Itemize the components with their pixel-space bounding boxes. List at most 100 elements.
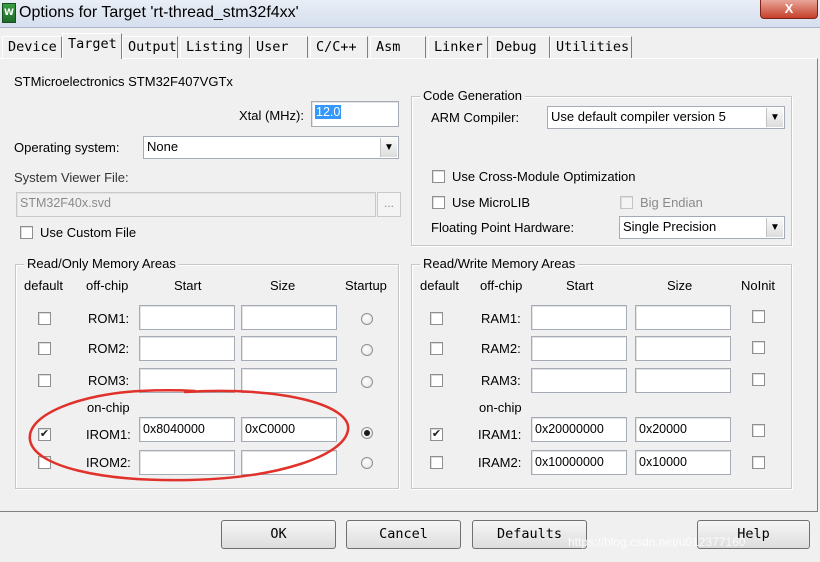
rom3-size-input[interactable]: [241, 368, 337, 393]
use-custom-file-checkbox[interactable]: [20, 226, 33, 239]
fpu-value: Single Precision: [623, 219, 717, 234]
iram1-size-input[interactable]: 0x20000: [635, 417, 731, 442]
chevron-down-icon: ▼: [766, 218, 783, 237]
iram2-noinit-checkbox[interactable]: [752, 456, 765, 469]
close-button[interactable]: X: [760, 0, 818, 19]
window-title: Options for Target 'rt-thread_stm32f4xx': [19, 4, 299, 21]
tab-asm[interactable]: Asm: [370, 36, 426, 58]
rom3-label: ROM3:: [88, 373, 130, 388]
irom2-default-checkbox[interactable]: [38, 456, 51, 469]
irom1-startup-radio[interactable]: [361, 427, 373, 439]
iram1-default-checkbox[interactable]: ✔: [430, 428, 443, 441]
ram2-label: RAM2:: [481, 341, 521, 356]
ram1-label: RAM1:: [481, 311, 521, 326]
arm-compiler-select[interactable]: Use default compiler version 5 ▼: [547, 106, 785, 129]
iram2-default-checkbox[interactable]: [430, 456, 443, 469]
ram3-noinit-checkbox[interactable]: [752, 373, 765, 386]
ram3-size-input[interactable]: [635, 368, 731, 393]
iram2-label: IRAM2:: [478, 455, 522, 470]
ram3-label: RAM3:: [481, 373, 521, 388]
tab-user[interactable]: User: [250, 36, 308, 58]
cancel-button[interactable]: Cancel: [346, 520, 461, 549]
rom3-default-checkbox[interactable]: [38, 374, 51, 387]
fpu-label: Floating Point Hardware:: [431, 220, 575, 235]
ram3-start-input[interactable]: [531, 368, 627, 393]
iram1-noinit-checkbox[interactable]: [752, 424, 765, 437]
iram2-start-input[interactable]: 0x10000000: [531, 450, 627, 475]
microlib-label: Use MicroLIB: [452, 195, 531, 210]
svd-value: STM32F40x.svd: [20, 196, 112, 210]
rw-header-offchip: off-chip: [480, 278, 523, 293]
rom1-size-input[interactable]: [241, 305, 337, 330]
code-generation-title: Code Generation: [420, 88, 526, 104]
os-value: None: [147, 139, 179, 154]
iram1-label: IRAM1:: [478, 427, 522, 442]
ro-memory-title: Read/Only Memory Areas: [24, 256, 179, 272]
svd-label: System Viewer File:: [14, 170, 129, 185]
rom1-default-checkbox[interactable]: [38, 312, 51, 325]
rw-onchip-label: on-chip: [479, 400, 522, 415]
fpu-select[interactable]: Single Precision ▼: [619, 216, 785, 239]
app-icon: W: [2, 3, 16, 23]
rw-header-size: Size: [667, 278, 693, 293]
cross-module-label: Use Cross-Module Optimization: [452, 169, 636, 184]
title-bar: W Options for Target 'rt-thread_stm32f4x…: [0, 0, 820, 28]
microlib-checkbox[interactable]: [432, 196, 445, 209]
rom2-label: ROM2:: [88, 341, 130, 356]
iram2-size-input[interactable]: 0x10000: [635, 450, 731, 475]
rom2-start-input[interactable]: [139, 336, 235, 361]
ram2-start-input[interactable]: [531, 336, 627, 361]
tab-c-cpp[interactable]: C/C++: [310, 36, 368, 58]
ram1-noinit-checkbox[interactable]: [752, 310, 765, 323]
ram2-noinit-checkbox[interactable]: [752, 341, 765, 354]
irom1-start-input[interactable]: 0x8040000: [139, 417, 235, 442]
ram2-default-checkbox[interactable]: [430, 342, 443, 355]
arm-compiler-label: ARM Compiler:: [431, 110, 520, 125]
rw-header-start: Start: [566, 278, 594, 293]
irom1-size-input[interactable]: 0xC0000: [241, 417, 337, 442]
tab-listing[interactable]: Listing: [180, 36, 250, 58]
ram3-default-checkbox[interactable]: [430, 374, 443, 387]
tab-utilities[interactable]: Utilities: [550, 36, 632, 58]
rw-header-default: default: [420, 278, 460, 293]
ok-button[interactable]: OK: [221, 520, 336, 549]
os-select[interactable]: None ▼: [143, 136, 399, 159]
irom1-default-checkbox[interactable]: ✔: [38, 428, 51, 441]
rom3-start-input[interactable]: [139, 368, 235, 393]
rom3-startup-radio[interactable]: [361, 376, 373, 388]
rom1-start-input[interactable]: [139, 305, 235, 330]
ro-header-startup: Startup: [345, 278, 387, 293]
ro-onchip-label: on-chip: [87, 400, 130, 415]
ro-header-size: Size: [270, 278, 296, 293]
ram1-start-input[interactable]: [531, 305, 627, 330]
tab-device[interactable]: Device: [2, 36, 62, 58]
arm-compiler-value: Use default compiler version 5: [551, 109, 726, 124]
xtal-label: Xtal (MHz):: [239, 108, 304, 123]
tab-target[interactable]: Target: [62, 33, 122, 59]
ram1-default-checkbox[interactable]: [430, 312, 443, 325]
svd-file-input: STM32F40x.svd: [16, 192, 376, 217]
tab-debug[interactable]: Debug: [490, 36, 550, 58]
irom2-startup-radio[interactable]: [361, 457, 373, 469]
device-name: STMicroelectronics STM32F407VGTx: [14, 74, 233, 89]
os-label: Operating system:: [14, 140, 120, 155]
rom1-startup-radio[interactable]: [361, 313, 373, 325]
irom1-label: IROM1:: [86, 427, 131, 442]
irom2-start-input[interactable]: [139, 450, 235, 475]
rom2-default-checkbox[interactable]: [38, 342, 51, 355]
ro-header-start: Start: [174, 278, 202, 293]
rw-memory-title: Read/Write Memory Areas: [420, 256, 579, 272]
irom2-label: IROM2:: [86, 455, 131, 470]
rom1-label: ROM1:: [88, 311, 130, 326]
ram1-size-input[interactable]: [635, 305, 731, 330]
iram1-start-input[interactable]: 0x20000000: [531, 417, 627, 442]
rom2-size-input[interactable]: [241, 336, 337, 361]
irom2-size-input[interactable]: [241, 450, 337, 475]
ram2-size-input[interactable]: [635, 336, 731, 361]
tab-linker[interactable]: Linker: [428, 36, 488, 58]
tab-output[interactable]: Output: [122, 36, 178, 58]
xtal-input[interactable]: 12.0: [311, 101, 399, 127]
rom2-startup-radio[interactable]: [361, 344, 373, 356]
cross-module-checkbox[interactable]: [432, 170, 445, 183]
ro-header-offchip: off-chip: [86, 278, 129, 293]
